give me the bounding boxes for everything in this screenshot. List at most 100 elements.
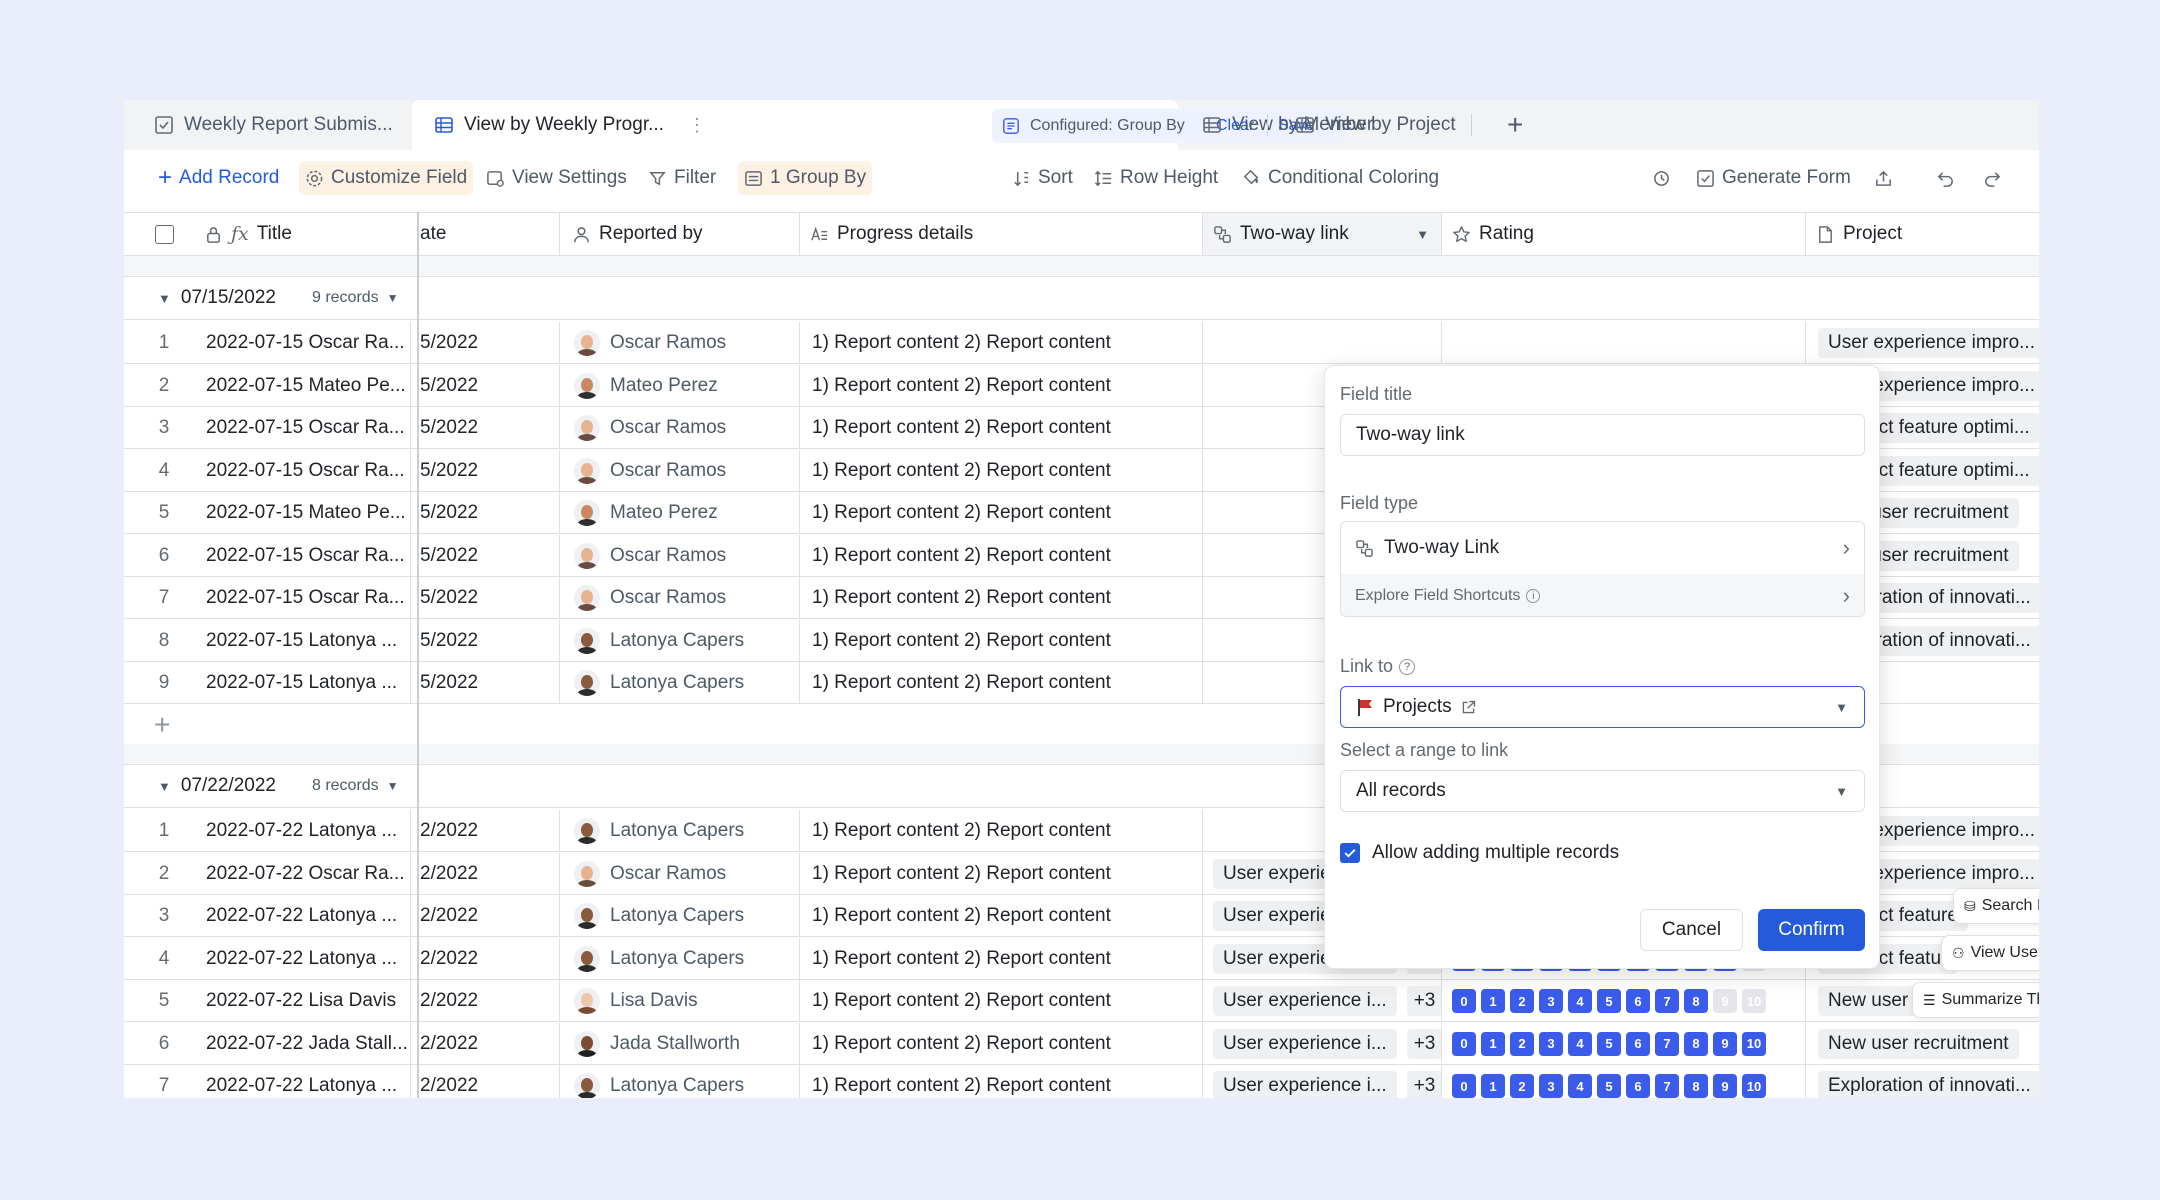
cell-date[interactable]: 2/2022 bbox=[418, 1065, 560, 1098]
conditional-coloring-button[interactable]: Conditional Coloring bbox=[1236, 161, 1445, 195]
cell-title[interactable]: 2022-07-15 Oscar Ra... bbox=[204, 322, 411, 364]
project-tag[interactable]: User experience impro... bbox=[1818, 328, 2039, 358]
cell-reported-by[interactable]: Oscar Ramos bbox=[560, 577, 800, 619]
redo-button[interactable] bbox=[1977, 161, 2008, 195]
rating-box[interactable]: 9 bbox=[1713, 989, 1737, 1013]
rating-box[interactable]: 4 bbox=[1568, 1074, 1592, 1098]
filter-button[interactable]: Filter bbox=[642, 161, 722, 195]
cell-progress[interactable]: 1) Report content 2) Report content bbox=[800, 619, 1203, 662]
cell-date[interactable]: 5/2022 bbox=[418, 619, 560, 662]
column-header-two-way-link[interactable]: Two-way link ▼ bbox=[1203, 213, 1442, 255]
cell-date[interactable]: 5/2022 bbox=[418, 492, 560, 534]
cell-title[interactable]: 2022-07-22 Latonya ... bbox=[204, 810, 411, 852]
tab-view-by-weekly-progress[interactable]: View by Weekly Progr... ⋮ Configured: Gr… bbox=[412, 100, 1347, 150]
rating-box[interactable]: 5 bbox=[1597, 1031, 1621, 1056]
cell-date[interactable]: 5/2022 bbox=[418, 364, 560, 407]
tab-weekly-report-submission[interactable]: Weekly Report Submis... bbox=[154, 100, 393, 150]
field-title-input[interactable]: Two-way link bbox=[1340, 414, 1865, 456]
cell-title[interactable]: 2022-07-15 Oscar Ra... bbox=[204, 407, 411, 449]
group-by-button[interactable]: 1 Group By bbox=[738, 161, 873, 195]
rating-box[interactable]: 7 bbox=[1655, 1031, 1679, 1056]
rating-box[interactable]: 10 bbox=[1742, 989, 1766, 1013]
history-button[interactable] bbox=[1646, 161, 1677, 195]
cell-title[interactable]: 2022-07-15 Oscar Ra... bbox=[204, 577, 411, 619]
cell-date[interactable]: 5/2022 bbox=[418, 407, 560, 449]
more-options-icon[interactable]: ⋮ bbox=[688, 115, 706, 136]
rating-box[interactable]: 10 bbox=[1742, 1074, 1766, 1098]
cell-progress[interactable]: 1) Report content 2) Report content bbox=[800, 937, 1203, 980]
rating-box[interactable]: 2 bbox=[1510, 1074, 1534, 1098]
cell-reported-by[interactable]: Mateo Perez bbox=[560, 492, 800, 534]
cell-progress[interactable]: 1) Report content 2) Report content bbox=[800, 852, 1203, 895]
rating-box[interactable]: 2 bbox=[1510, 989, 1534, 1013]
cell-title[interactable]: 2022-07-22 Oscar Ra... bbox=[204, 852, 411, 895]
more-links-badge[interactable]: +3 bbox=[1406, 1071, 1441, 1098]
field-type-select[interactable]: Two-way Link › bbox=[1341, 522, 1864, 574]
cell-title[interactable]: 2022-07-15 Latonya ... bbox=[204, 662, 411, 704]
rating-box[interactable]: 3 bbox=[1539, 1074, 1563, 1098]
cell-project[interactable]: User experience impro... bbox=[1806, 322, 2039, 364]
cell-progress[interactable]: 1) Report content 2) Report content bbox=[800, 662, 1203, 704]
cell-two-way-link[interactable]: User experience i... +3 bbox=[1203, 1065, 1442, 1098]
cell-reported-by[interactable]: Oscar Ramos bbox=[560, 407, 800, 449]
cell-project[interactable]: New user recruitment bbox=[1806, 1023, 2039, 1065]
row-height-button[interactable]: Row Height bbox=[1088, 161, 1224, 195]
cell-rating[interactable]: 012345678910 bbox=[1442, 1022, 1806, 1065]
link-tag[interactable]: User experience i... bbox=[1213, 1071, 1397, 1098]
cell-title[interactable]: 2022-07-22 Latonya ... bbox=[204, 937, 411, 980]
cell-date[interactable]: 5/2022 bbox=[418, 322, 560, 364]
cell-progress[interactable]: 1) Report content 2) Report content bbox=[800, 322, 1203, 364]
link-tag[interactable]: User experience i... bbox=[1213, 1028, 1397, 1059]
table-row[interactable]: 7 2022-07-22 Latonya ... 2/2022 Latonya Cap… bbox=[124, 1065, 2039, 1098]
cell-title[interactable]: 2022-07-15 Mateo Pe... bbox=[204, 492, 411, 534]
cell-title[interactable]: 2022-07-22 Latonya ... bbox=[204, 895, 411, 937]
link-to-select[interactable]: Projects ▼ bbox=[1340, 686, 1865, 728]
rating-box[interactable]: 6 bbox=[1626, 1074, 1650, 1098]
allow-multiple-checkbox[interactable] bbox=[1340, 843, 1360, 863]
rating-box[interactable]: 9 bbox=[1713, 1074, 1737, 1098]
rating-box[interactable]: 8 bbox=[1684, 1074, 1708, 1098]
cell-title[interactable]: 2022-07-22 Latonya ... bbox=[204, 1065, 411, 1098]
project-tag[interactable]: Exploration of innovati... bbox=[1818, 1071, 2039, 1098]
rating-box[interactable]: 1 bbox=[1481, 989, 1505, 1013]
rating-box[interactable]: 10 bbox=[1742, 1031, 1766, 1056]
rating-box[interactable]: 1 bbox=[1481, 1074, 1505, 1098]
cell-two-way-link[interactable]: User experience i... +3 bbox=[1203, 1022, 1442, 1065]
context-item-view-user[interactable]: ⚇ View User bbox=[1941, 935, 2039, 971]
cell-reported-by[interactable]: Oscar Ramos bbox=[560, 322, 800, 364]
cell-date[interactable]: 2/2022 bbox=[418, 980, 560, 1022]
rating-box[interactable]: 1 bbox=[1481, 1031, 1505, 1056]
context-item-summarize[interactable]: ☰ Summarize Th bbox=[1912, 982, 2039, 1018]
cell-reported-by[interactable]: Latonya Capers bbox=[560, 619, 800, 662]
cell-project[interactable]: Exploration of innovati... bbox=[1806, 1065, 2039, 1098]
rating-box[interactable]: 8 bbox=[1684, 989, 1708, 1013]
collapse-caret-icon[interactable]: ▼ bbox=[158, 779, 171, 794]
cell-title[interactable]: 2022-07-15 Oscar Ra... bbox=[204, 449, 411, 492]
select-all-checkbox[interactable] bbox=[124, 213, 204, 255]
context-item-search[interactable]: ⛁ Search I bbox=[1953, 888, 2039, 924]
more-links-badge[interactable]: +3 bbox=[1406, 1028, 1441, 1059]
column-header-date[interactable]: ate bbox=[418, 213, 560, 255]
column-header-reported-by[interactable]: Reported by bbox=[560, 213, 800, 255]
range-select[interactable]: All records ▼ bbox=[1340, 770, 1865, 812]
more-links-badge[interactable]: +3 bbox=[1406, 986, 1441, 1016]
cell-progress[interactable]: 1) Report content 2) Report content bbox=[800, 364, 1203, 407]
confirm-button[interactable]: Confirm bbox=[1758, 909, 1865, 951]
rating-box[interactable]: 9 bbox=[1713, 1031, 1737, 1056]
cell-title[interactable]: 2022-07-15 Mateo Pe... bbox=[204, 364, 411, 407]
cell-title[interactable]: 2022-07-15 Oscar Ra... bbox=[204, 534, 411, 577]
cell-date[interactable]: 2/2022 bbox=[418, 1022, 560, 1065]
cell-rating[interactable]: 012345678910 bbox=[1442, 1065, 1806, 1098]
cell-progress[interactable]: 1) Report content 2) Report content bbox=[800, 449, 1203, 492]
cell-date[interactable]: 5/2022 bbox=[418, 662, 560, 704]
cell-title[interactable]: 2022-07-22 Lisa Davis bbox=[204, 980, 411, 1022]
rating-box[interactable]: 3 bbox=[1539, 989, 1563, 1013]
column-header-project[interactable]: Project bbox=[1806, 213, 2039, 255]
cell-reported-by[interactable]: Lisa Davis bbox=[560, 980, 800, 1022]
cell-title[interactable]: 2022-07-22 Jada Stall... bbox=[204, 1022, 411, 1065]
view-settings-button[interactable]: View Settings bbox=[480, 161, 633, 195]
tab-view-by-project[interactable]: View by Project bbox=[1295, 100, 1456, 150]
cell-reported-by[interactable]: Mateo Perez bbox=[560, 364, 800, 407]
cell-date[interactable]: 5/2022 bbox=[418, 577, 560, 619]
count-caret-icon[interactable]: ▼ bbox=[387, 779, 399, 793]
